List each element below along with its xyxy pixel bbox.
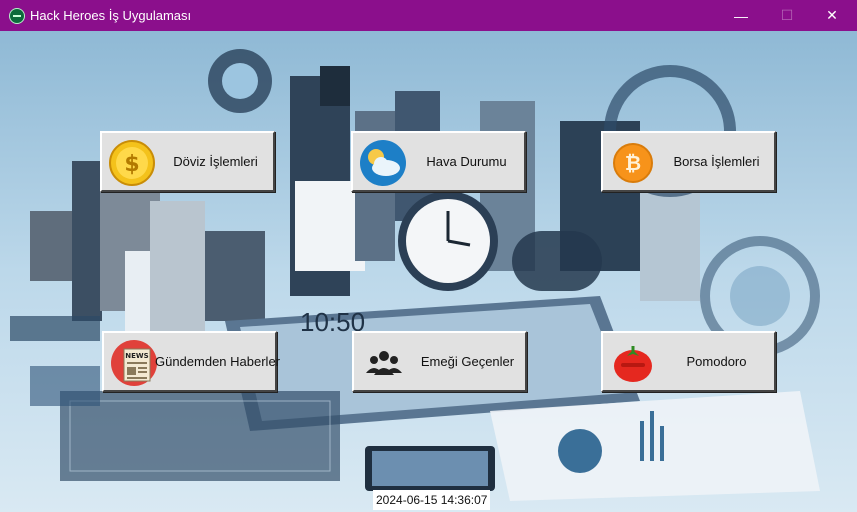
app-icon <box>9 8 25 24</box>
weather-icon <box>360 140 406 186</box>
maximize-button[interactable]: ☐ <box>764 0 810 31</box>
doviz-label: Döviz İşlemleri <box>173 154 258 169</box>
news-icon: NEWS <box>111 340 157 386</box>
app-window: Hack Heroes İş Uygulaması — ☐ ✕ 10:50 $ … <box>0 0 857 512</box>
pomodoro-label: Pomodoro <box>686 354 747 369</box>
haberler-label: Gündemden Haberler <box>154 354 281 369</box>
bitcoin-icon: ₿ <box>613 143 653 183</box>
pomodoro-button[interactable]: Pomodoro <box>601 331 776 392</box>
people-icon <box>366 351 402 375</box>
hava-durumu-button[interactable]: Hava Durumu <box>351 131 526 192</box>
borsa-label: Borsa İşlemleri <box>673 154 760 169</box>
background-illustration: 10:50 <box>0 31 857 512</box>
tomato-timer-icon <box>614 346 652 382</box>
title-bar[interactable]: Hack Heroes İş Uygulaması — ☐ ✕ <box>0 0 857 31</box>
svg-text:$: $ <box>124 152 139 177</box>
svg-text:₿: ₿ <box>625 151 641 175</box>
svg-text:NEWS: NEWS <box>125 352 148 360</box>
borsa-button[interactable]: ₿ Borsa İşlemleri <box>601 131 776 192</box>
main-panel: 10:50 $ Döviz İşlemleri Hava Durumu ₿ Bo… <box>0 31 857 512</box>
doviz-button[interactable]: $ Döviz İşlemleri <box>100 131 275 192</box>
hava-durumu-label: Hava Durumu <box>426 154 507 169</box>
dollar-coin-icon: $ <box>109 140 155 186</box>
window-title: Hack Heroes İş Uygulaması <box>30 8 192 23</box>
emegi-gecenler-button[interactable]: Emeği Geçenler <box>352 331 527 392</box>
datetime-label: 2024-06-15 14:36:07 <box>373 490 491 510</box>
minimize-button[interactable]: — <box>718 0 764 31</box>
haberler-button[interactable]: NEWS Gündemden Haberler <box>102 331 281 392</box>
emegi-gecenler-label: Emeği Geçenler <box>420 354 515 369</box>
close-button[interactable]: ✕ <box>809 0 855 31</box>
